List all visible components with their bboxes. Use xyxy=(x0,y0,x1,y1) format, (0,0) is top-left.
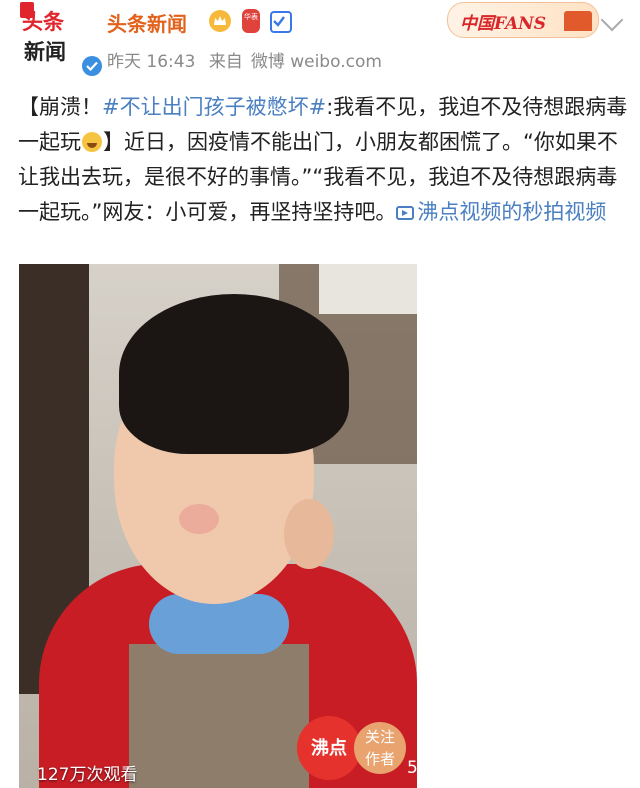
video-child-sweater xyxy=(129,644,309,788)
pill-icon: 华表 xyxy=(242,9,260,33)
video-window xyxy=(319,264,417,314)
video-link-icon xyxy=(396,206,415,220)
check-icon xyxy=(270,11,292,33)
brand-logo[interactable]: 沸点 xyxy=(297,716,361,780)
laughing-emoji-icon xyxy=(82,132,102,152)
avatar-logo-bottom: 新闻 xyxy=(24,40,66,64)
post-time: 昨天 16:43 xyxy=(107,52,196,72)
video-link[interactable]: 沸点视频的秒拍视频 xyxy=(396,200,606,224)
video-side-blank xyxy=(417,264,640,788)
verified-icon xyxy=(80,54,104,78)
post-text: 【崩溃！#不让出门孩子被憋坏#:我看不见，我迫不及待想跟病毒一起玩 】近日，因疫情… xyxy=(18,90,630,230)
video-child-cheek xyxy=(179,504,219,534)
avatar[interactable]: 头条 新闻 xyxy=(18,2,104,78)
video-child-ear xyxy=(284,499,334,569)
post-source: 微博 weibo.com xyxy=(250,52,382,72)
post-meta: 昨天 16:43 来自 微博 weibo.com xyxy=(107,47,390,72)
video-player[interactable]: 127万次观看 沸点 关注 作者 5 xyxy=(19,264,417,788)
view-count: 127万次观看 xyxy=(37,765,138,785)
gate-icon xyxy=(564,11,592,31)
fans-badge-text: 中国FANS xyxy=(460,14,547,34)
video-link-label: 沸点视频的秒拍视频 xyxy=(417,200,607,224)
chevron-down-icon[interactable] xyxy=(600,8,624,32)
follow-digit: 5 xyxy=(407,758,417,778)
video-child-hair xyxy=(119,294,349,454)
source-prefix: 来自 xyxy=(208,52,243,72)
avatar-logo-top: 头条 xyxy=(20,2,64,36)
post-bracket-open: 【崩溃！ xyxy=(18,95,102,119)
username[interactable]: 头条新闻 xyxy=(107,8,187,37)
post-header: 头条 新闻 头条新闻 华表 昨天 16:43 来自 微博 weibo.com 中国… xyxy=(0,0,640,78)
fans-badge[interactable]: 中国FANS xyxy=(447,2,599,38)
hashtag-link[interactable]: #不让出门孩子被憋坏# xyxy=(102,95,326,119)
author-label: 作者 xyxy=(364,750,395,768)
follow-author-button[interactable]: 关注 作者 xyxy=(354,722,406,774)
follow-label: 关注 xyxy=(364,728,395,746)
crown-icon xyxy=(209,10,231,32)
brand-logo-text: 沸点 xyxy=(311,738,347,759)
